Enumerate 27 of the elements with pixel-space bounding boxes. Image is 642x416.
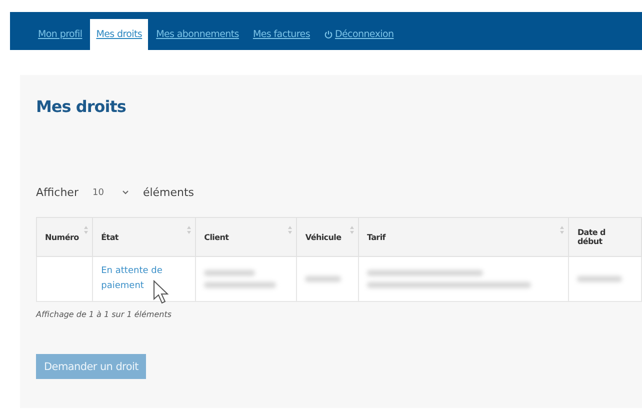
blurred-text [204,270,255,276]
page-title: Mes droits [36,97,127,116]
show-label: Afficher [36,186,78,199]
blurred-text [577,276,622,282]
power-icon [324,30,333,39]
page-size-select[interactable]: 10 [88,188,133,198]
nav-tab[interactable]: Mes factures [246,19,316,50]
column-header[interactable]: Client [196,218,297,256]
blurred-text [204,282,276,288]
entries-label: éléments [142,186,194,199]
column-header[interactable]: Véhicule [296,218,358,256]
nav-tab[interactable]: Mes droits [90,19,148,50]
logout-link[interactable]: Déconnexion [318,19,400,50]
sort-icon [187,226,192,234]
sort-icon [350,226,354,234]
blurred-text [305,276,342,282]
sort-icon [84,226,88,234]
sort-icon [288,226,292,234]
nav-tab[interactable]: Mon profil [32,19,88,50]
chevron-icon [122,190,129,195]
nav-tab[interactable]: Mes abonnements [150,19,245,50]
column-header[interactable]: Numéro [36,218,93,256]
column-header[interactable]: État [92,218,196,256]
column-header[interactable]: Date d début [568,218,642,256]
sort-icon [560,226,564,234]
table-info: Affichage de 1 à 1 sur 1 éléments [36,310,172,319]
column-header[interactable]: Tarif [358,218,569,256]
